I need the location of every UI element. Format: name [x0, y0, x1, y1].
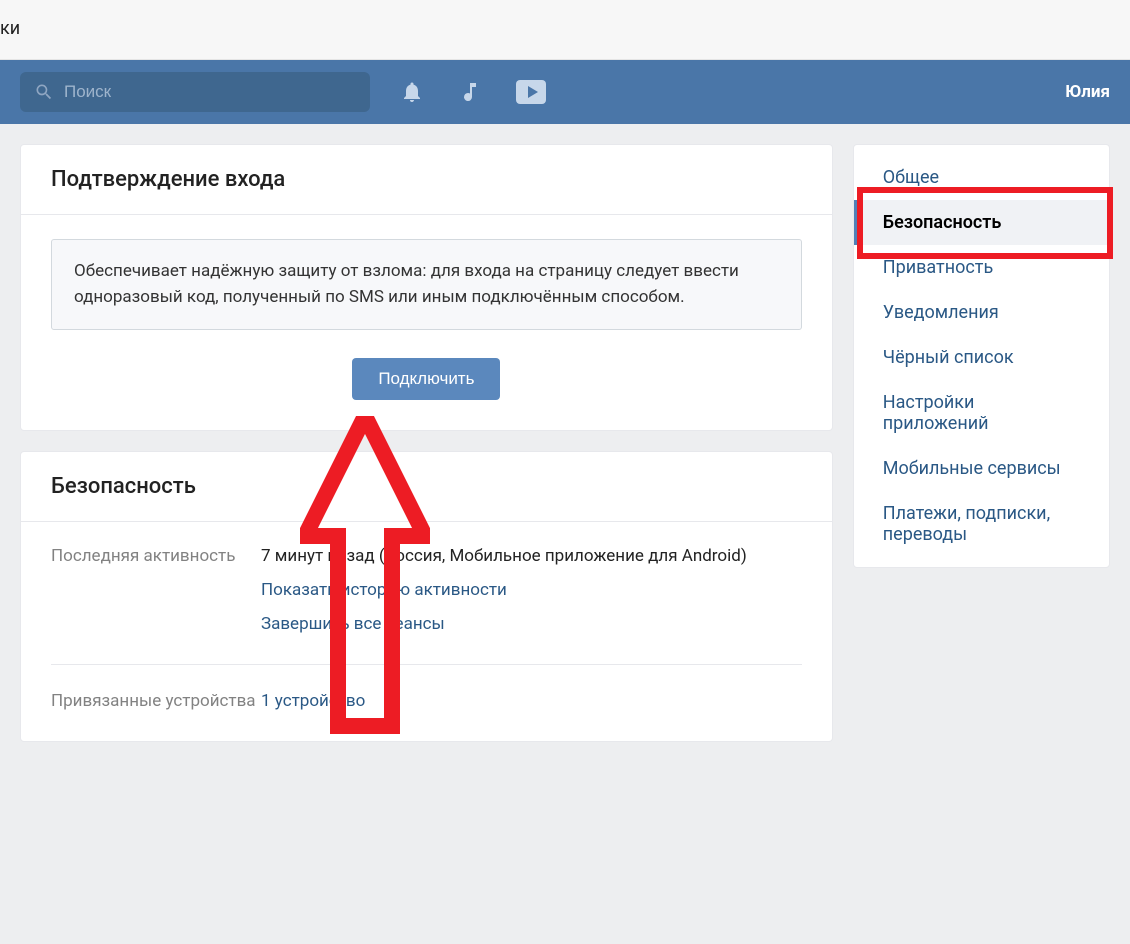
security-card-title: Безопасность — [21, 452, 832, 522]
sidebar-item-notifications[interactable]: Уведомления — [854, 290, 1109, 335]
search-input[interactable] — [64, 82, 356, 102]
sidebar-item-payments[interactable]: Платежи, подписки, переводы — [854, 491, 1109, 557]
sidebar-item-security[interactable]: Безопасность — [854, 200, 1109, 245]
sidebar-item-general[interactable]: Общее — [854, 155, 1109, 200]
browser-top-strip: ки — [0, 0, 1130, 60]
sidebar-item-app-settings[interactable]: Настройки приложений — [854, 380, 1109, 446]
music-icon[interactable] — [458, 80, 482, 104]
show-activity-history-link[interactable]: Показать историю активности — [261, 580, 802, 600]
user-name[interactable]: Юлия — [1065, 82, 1110, 102]
main-header: Юлия — [0, 60, 1130, 124]
sidebar-item-mobile-services[interactable]: Мобильные сервисы — [854, 446, 1109, 491]
bell-icon[interactable] — [400, 80, 424, 104]
login-confirmation-title: Подтверждение входа — [21, 145, 832, 215]
main-column: Подтверждение входа Обеспечивает надёжну… — [20, 144, 833, 762]
video-icon[interactable] — [516, 80, 546, 104]
last-activity-label: Последняя активность — [51, 546, 261, 634]
enable-button[interactable]: Подключить — [352, 358, 500, 400]
login-confirmation-card: Подтверждение входа Обеспечивает надёжну… — [20, 144, 833, 431]
devices-link[interactable]: 1 устройство — [261, 691, 802, 711]
end-all-sessions-link[interactable]: Завершить все сеансы — [261, 614, 802, 634]
sidebar-item-blacklist[interactable]: Чёрный список — [854, 335, 1109, 380]
security-card: Безопасность Последняя активность 7 мину… — [20, 451, 833, 742]
settings-sidebar: Общее Безопасность Приватность Уведомлен… — [853, 144, 1110, 568]
sidebar-item-privacy[interactable]: Приватность — [854, 245, 1109, 290]
header-icons — [400, 80, 546, 104]
search-box[interactable] — [20, 72, 370, 112]
content-wrap: Подтверждение входа Обеспечивает надёжну… — [0, 124, 1130, 782]
top-fragment-text: ки — [0, 18, 20, 39]
separator — [51, 664, 802, 665]
search-icon — [34, 82, 54, 102]
login-confirmation-info: Обеспечивает надёжную защиту от взлома: … — [51, 239, 802, 330]
devices-label: Привязанные устройства — [51, 691, 261, 711]
last-activity-value: 7 минут назад (Россия, Мобильное приложе… — [261, 546, 802, 634]
